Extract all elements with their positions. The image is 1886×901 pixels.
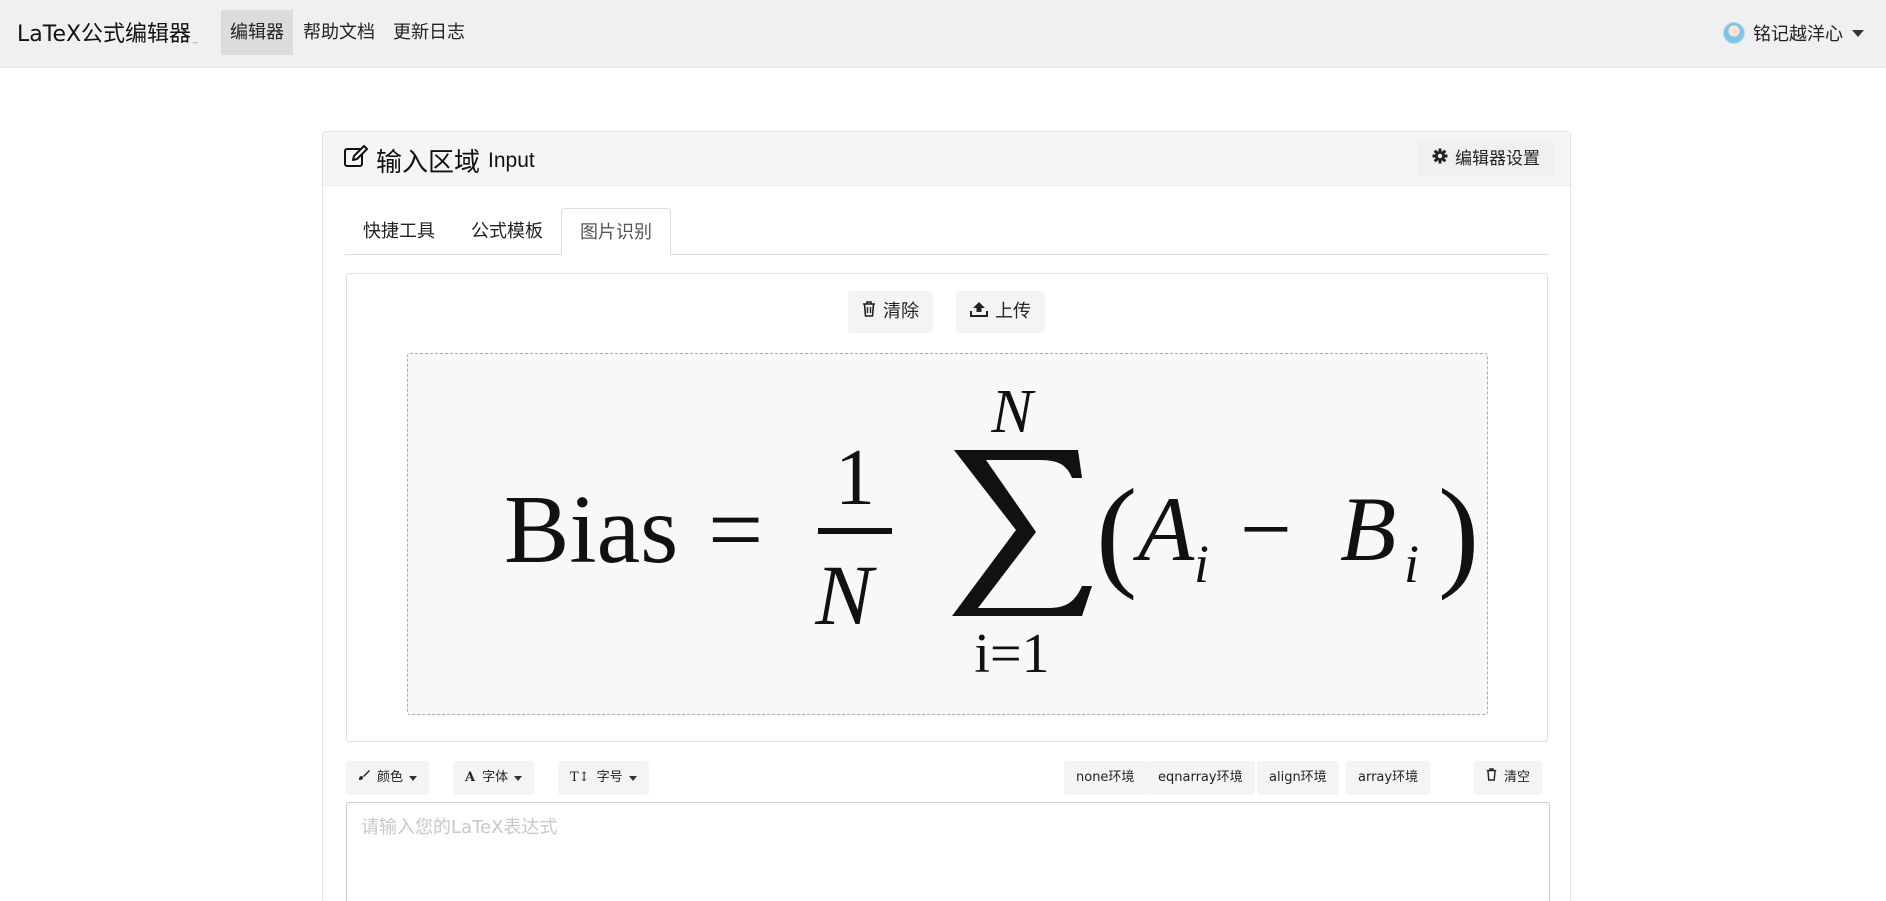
formula-numerator: 1 xyxy=(835,434,875,522)
input-card: 输入区域 Input 编辑器设置 快捷工具 公式模板 图片识别 清除 上传 Bi… xyxy=(322,131,1571,901)
open-paren: ( xyxy=(1096,464,1137,601)
upload-image-button[interactable]: 上传 xyxy=(956,291,1045,333)
image-recognition-panel: 清除 上传 Bias = 1 N N i=1 ( A i − B i) xyxy=(346,273,1548,742)
brand-title: LaTeX公式编辑器 xyxy=(17,22,192,47)
trash-icon xyxy=(1486,761,1497,795)
chevron-down-icon xyxy=(409,775,418,781)
nav-item-changelog[interactable]: 更新日志 xyxy=(384,10,474,55)
latex-input[interactable] xyxy=(346,802,1550,901)
sum-upper-limit: N xyxy=(990,378,1036,446)
clear-editor-button[interactable]: 清空 xyxy=(1474,761,1543,795)
fraction-bar xyxy=(818,528,892,534)
brand-sub: _ xyxy=(193,34,198,44)
editor-settings-label: 编辑器设置 xyxy=(1455,149,1540,169)
font-size-dropdown[interactable]: T↕ 字号 xyxy=(558,761,649,795)
clear-image-label: 清除 xyxy=(883,301,919,322)
font-dropdown[interactable]: A 字体 xyxy=(453,761,535,795)
upload-image-label: 上传 xyxy=(995,301,1031,322)
upload-icon xyxy=(970,291,988,333)
nav-item-editor[interactable]: 编辑器 xyxy=(221,10,293,55)
clear-editor-label: 清空 xyxy=(1504,770,1531,785)
term-a: A xyxy=(1132,478,1195,580)
card-title-cn: 输入区域 xyxy=(376,148,481,178)
font-label: 字体 xyxy=(482,770,509,785)
top-navbar: LaTeX公式编辑器 _ 编辑器 帮助文档 更新日志 铭记越洋心 xyxy=(0,0,1886,68)
editor-toolbar: 颜色 A 字体 T↕ 字号 none环境 eqnarray环境 align环境 … xyxy=(346,761,1550,795)
avatar xyxy=(1723,22,1745,44)
tab-quick-tools[interactable]: 快捷工具 xyxy=(345,208,453,255)
page-title: 输入区域 Input xyxy=(343,142,535,179)
env-array-button[interactable]: array环境 xyxy=(1346,761,1431,795)
input-tabs: 快捷工具 公式模板 图片识别 xyxy=(345,208,1549,256)
nav-item-help[interactable]: 帮助文档 xyxy=(294,10,384,55)
chevron-down-icon xyxy=(514,775,523,781)
formula-equals: = xyxy=(708,476,763,584)
chevron-down-icon xyxy=(628,775,637,781)
close-paren: ) xyxy=(1438,464,1479,601)
brush-icon xyxy=(358,761,370,795)
font-size-label: 字号 xyxy=(596,770,623,785)
text-height-icon: T↕ xyxy=(570,770,590,785)
formula-denominator: N xyxy=(814,547,877,643)
env-eqnarray-button[interactable]: eqnarray环境 xyxy=(1146,761,1255,795)
clear-image-button[interactable]: 清除 xyxy=(848,291,933,333)
env-none-button[interactable]: none环境 xyxy=(1064,761,1147,795)
env-align-button[interactable]: align环境 xyxy=(1257,761,1339,795)
formula-lhs: Bias xyxy=(504,476,678,584)
brand-logo[interactable]: LaTeX公式编辑器 _ xyxy=(17,16,198,48)
color-dropdown[interactable]: 颜色 xyxy=(346,761,430,795)
user-menu[interactable]: 铭记越洋心 xyxy=(1723,20,1864,46)
color-label: 颜色 xyxy=(377,770,404,785)
card-title-en: Input xyxy=(488,148,535,172)
term-b-subscript: i xyxy=(1404,534,1419,594)
term-b: B xyxy=(1340,478,1396,580)
term-a-subscript: i xyxy=(1194,534,1209,594)
chevron-down-icon xyxy=(1852,29,1864,37)
formula-minus: − xyxy=(1240,478,1292,580)
image-drop-zone[interactable]: Bias = 1 N N i=1 ( A i − B i ) xyxy=(407,353,1488,715)
tab-formula-templates[interactable]: 公式模板 xyxy=(453,208,561,255)
user-name: 铭记越洋心 xyxy=(1753,24,1843,45)
gear-icon xyxy=(1432,141,1448,177)
formula-image: Bias = 1 N N i=1 ( A i − B i ) xyxy=(504,378,1479,685)
trash-icon xyxy=(862,291,876,333)
summation-sign xyxy=(952,450,1092,616)
sum-lower-limit: i=1 xyxy=(974,623,1049,685)
font-icon: A xyxy=(465,770,476,785)
card-header: 输入区域 Input 编辑器设置 xyxy=(323,132,1570,186)
tab-image-recognition[interactable]: 图片识别 xyxy=(561,208,671,256)
edit-icon xyxy=(343,145,369,176)
editor-settings-button[interactable]: 编辑器设置 xyxy=(1418,141,1554,177)
